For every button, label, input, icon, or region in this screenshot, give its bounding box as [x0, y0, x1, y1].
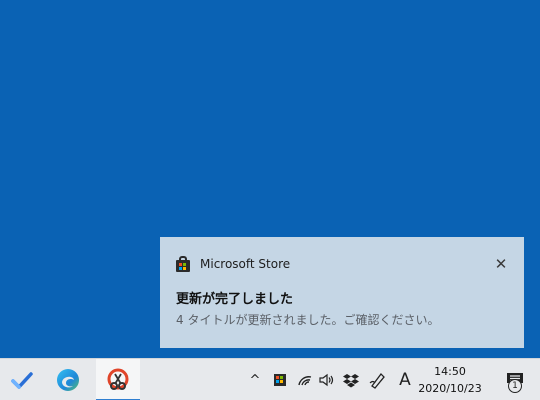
volume-icon[interactable]: [316, 359, 338, 400]
toast-app-name: Microsoft Store: [200, 257, 291, 271]
todo-checkmark-icon[interactable]: [0, 359, 44, 400]
clock-time: 14:50: [434, 365, 466, 378]
snipping-tool-icon[interactable]: [96, 359, 140, 400]
close-icon[interactable]: ✕: [490, 253, 512, 275]
taskbar: ^ A 14:50 2020/10/23: [0, 358, 540, 400]
store-tray-icon[interactable]: [268, 359, 292, 400]
edge-browser-icon[interactable]: [46, 359, 90, 400]
toast-notification[interactable]: Microsoft Store ✕ 更新が完了しました 4 タイトルが更新されま…: [160, 237, 524, 348]
toast-body: 4 タイトルが更新されました。ご確認ください。: [176, 313, 440, 327]
toast-title: 更新が完了しました: [176, 292, 294, 307]
wifi-icon[interactable]: [294, 359, 316, 400]
pen-icon[interactable]: [367, 359, 389, 400]
hidden-icons-chevron[interactable]: ^: [244, 359, 266, 400]
toast-header: Microsoft Store: [175, 255, 290, 273]
clock[interactable]: 14:50 2020/10/23: [414, 363, 486, 397]
microsoft-store-icon: [175, 256, 191, 272]
clock-date: 2020/10/23: [418, 382, 482, 395]
dropbox-icon[interactable]: [339, 359, 363, 400]
notification-count-badge: 1: [508, 379, 522, 393]
ime-mode-icon[interactable]: A: [394, 359, 416, 400]
